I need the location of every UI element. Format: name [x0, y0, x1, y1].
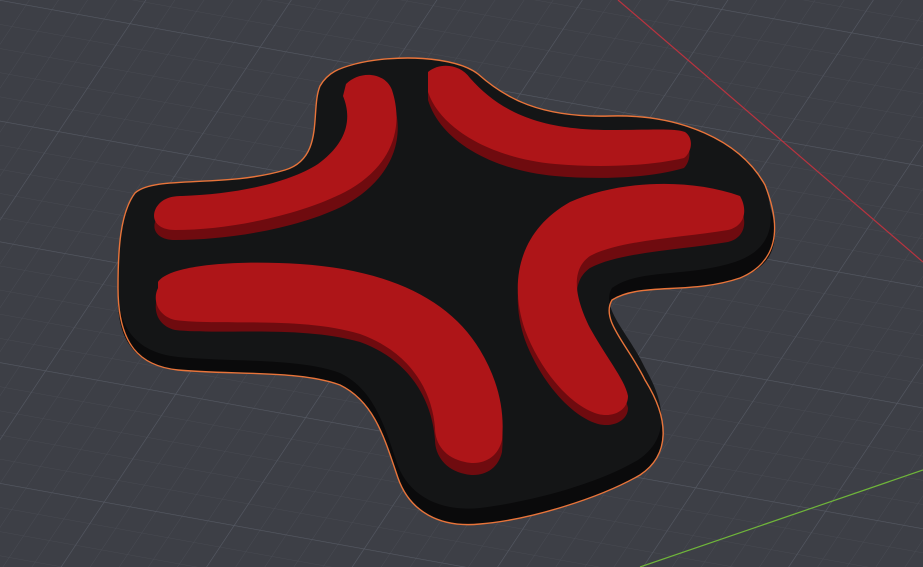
3d-viewport[interactable] — [0, 0, 923, 567]
viewport-canvas[interactable] — [0, 0, 923, 567]
